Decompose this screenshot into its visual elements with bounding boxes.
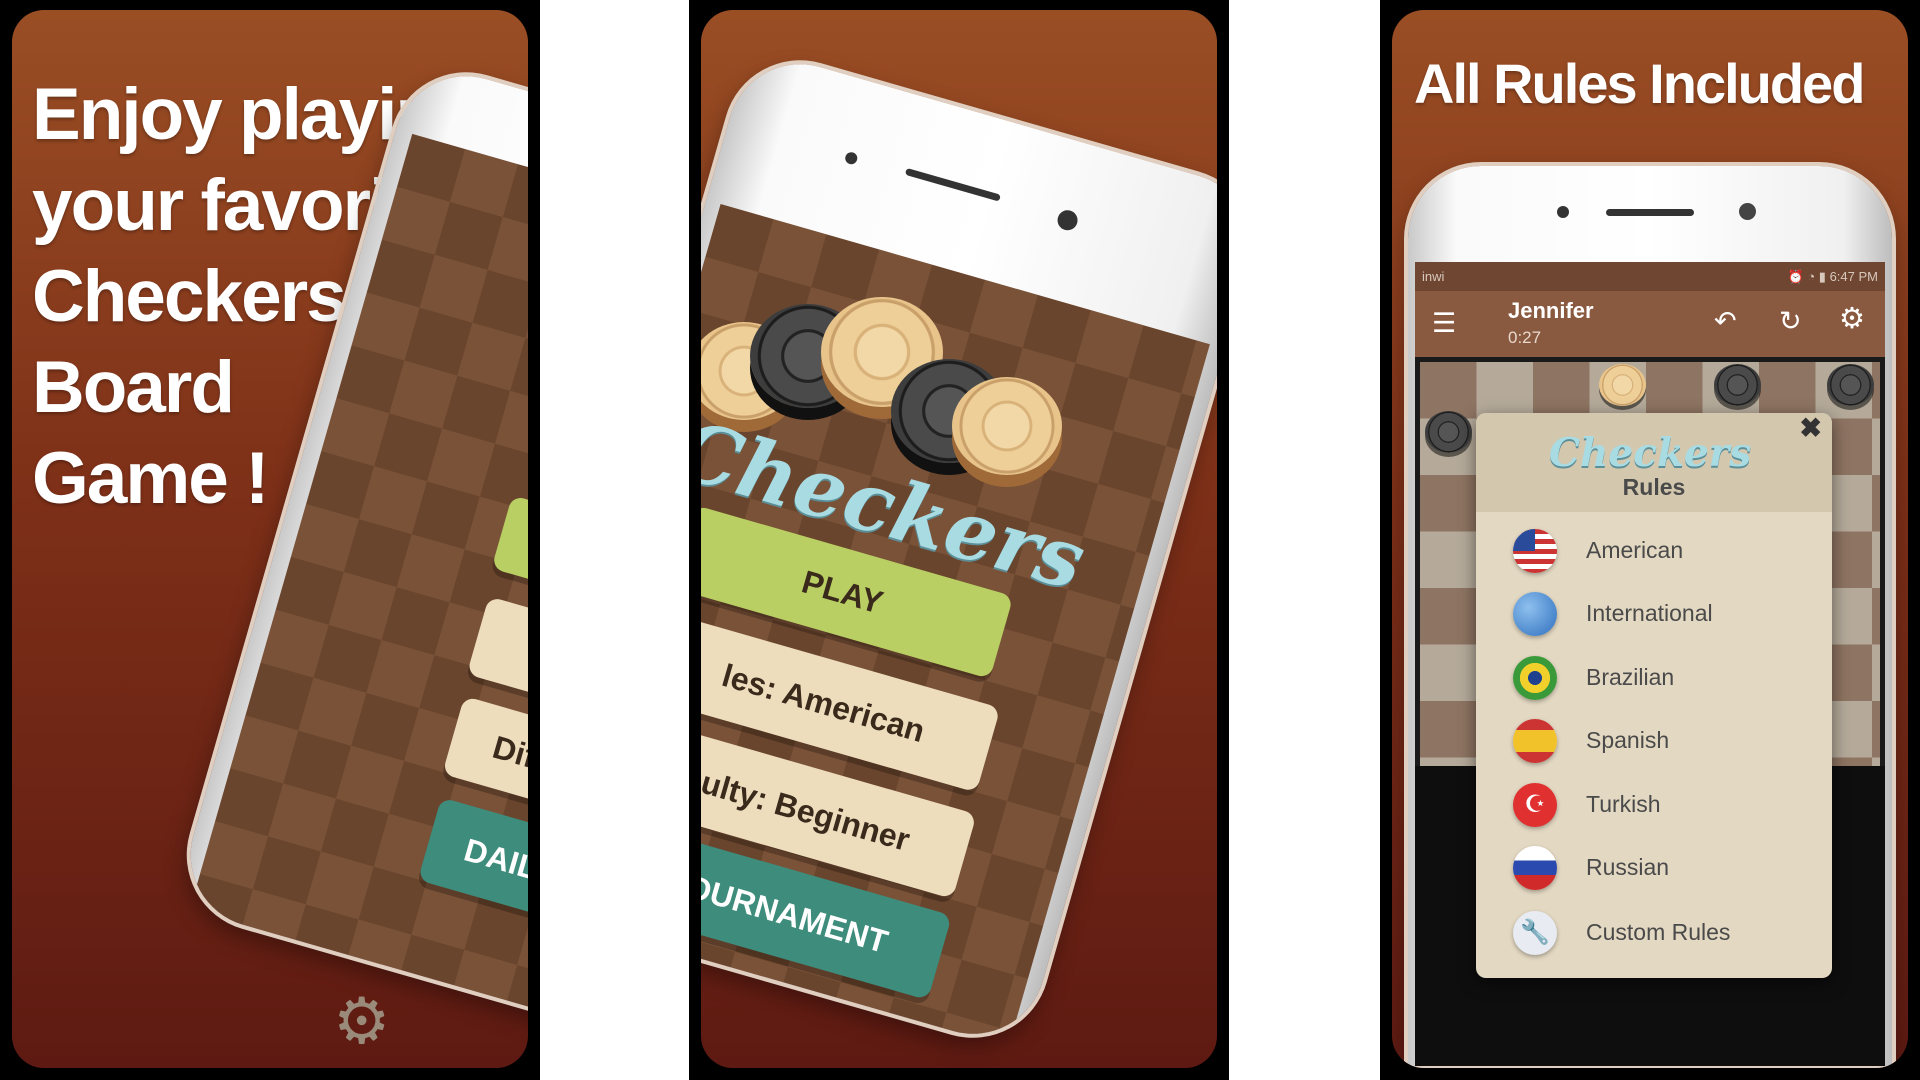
rule-label: Custom Rules <box>1586 919 1731 945</box>
settings-icon[interactable]: ⚙ <box>1839 303 1865 335</box>
app-bar: ☰ Jennifer 0:27 ↶ ↻ ⚙ <box>1415 291 1885 357</box>
panel-background: All Rules Included inwi ⏰ ◔ ▮ 6:47 PM ☰ … <box>1392 10 1908 1068</box>
game-timer: 0:27 <box>1508 328 1542 347</box>
rule-option-brazilian[interactable]: Brazilian <box>1513 653 1674 702</box>
rule-label: Spanish <box>1586 727 1670 753</box>
russia-flag-icon <box>1513 845 1557 890</box>
play-label: PLAY <box>798 562 888 621</box>
gear-icon[interactable]: ⚙ <box>333 985 390 1057</box>
phone-camera <box>1739 203 1756 220</box>
rule-option-international[interactable]: International <box>1513 589 1713 638</box>
rules-dialog: Checkers Rules ✖ American International … <box>1476 413 1832 978</box>
difficulty-label: Dif <box>488 728 528 776</box>
menu-icon[interactable]: ☰ <box>1432 308 1456 338</box>
close-icon[interactable]: ✖ <box>1799 413 1822 444</box>
brazil-flag-icon <box>1513 655 1557 700</box>
checker-piece-dark[interactable] <box>1714 364 1761 406</box>
rule-label: Brazilian <box>1586 664 1675 690</box>
screenshot-panel-2: Checkers PLAY les: American ulty: Beginn… <box>689 0 1229 1080</box>
status-icons: ⏰ ◔ ▮ <box>1787 268 1830 284</box>
checker-piece-light <box>952 377 1062 475</box>
checker-piece-dark[interactable] <box>1425 411 1472 453</box>
screenshot-panel-3: All Rules Included inwi ⏰ ◔ ▮ 6:47 PM ☰ … <box>1380 0 1920 1080</box>
rule-label: International <box>1586 600 1713 626</box>
restart-icon[interactable]: ↻ <box>1779 306 1802 336</box>
panel-background: Checkers PLAY les: American ulty: Beginn… <box>701 10 1217 1068</box>
undo-icon[interactable]: ↶ <box>1714 306 1737 336</box>
rule-option-american[interactable]: American <box>1513 526 1683 575</box>
status-time: ⏰ ◔ ▮ 6:47 PM <box>1788 269 1878 285</box>
dialog-logo: Checkers <box>1549 430 1752 476</box>
rule-label: American <box>1586 537 1684 563</box>
dialog-header: Checkers Rules ✖ <box>1476 413 1832 512</box>
daily-label: DAIL <box>460 831 528 887</box>
us-flag-icon <box>1513 528 1557 573</box>
phone-camera <box>1055 207 1080 233</box>
headline: All Rules Included <box>1414 52 1865 115</box>
screenshot-panel-1: Enjoy playing your favorite Checkers Boa… <box>0 0 540 1080</box>
rule-option-russian[interactable]: Russian <box>1513 843 1669 892</box>
phone-sensor <box>1557 206 1569 218</box>
status-time-label: 6:47 PM <box>1829 268 1878 284</box>
rule-label: Russian <box>1586 854 1670 880</box>
rule-option-spanish[interactable]: Spanish <box>1513 716 1669 765</box>
checker-piece-dark[interactable] <box>1827 364 1874 406</box>
phone-speaker <box>904 167 1001 202</box>
checker-king-light[interactable] <box>1599 364 1646 406</box>
turkey-flag-icon: ☪ <box>1513 782 1557 827</box>
rule-option-turkish[interactable]: ☪ Turkish <box>1513 780 1661 829</box>
wrench-icon: 🔧 <box>1513 910 1557 955</box>
player-name: Jennifer <box>1508 298 1594 323</box>
screenshot-strip: Enjoy playing your favorite Checkers Boa… <box>0 0 1920 1080</box>
dialog-title: Rules <box>1622 474 1686 500</box>
phone-speaker <box>1606 209 1694 216</box>
rule-label: Turkish <box>1586 791 1661 817</box>
panel-background: Enjoy playing your favorite Checkers Boa… <box>12 10 528 1068</box>
phone-sensor <box>843 150 859 166</box>
status-bar: inwi ⏰ ◔ ▮ 6:47 PM <box>1415 262 1885 291</box>
globe-icon <box>1513 591 1557 636</box>
rule-option-custom[interactable]: 🔧 Custom Rules <box>1513 908 1730 957</box>
spain-flag-icon <box>1513 718 1557 763</box>
carrier-label: inwi <box>1422 269 1445 284</box>
